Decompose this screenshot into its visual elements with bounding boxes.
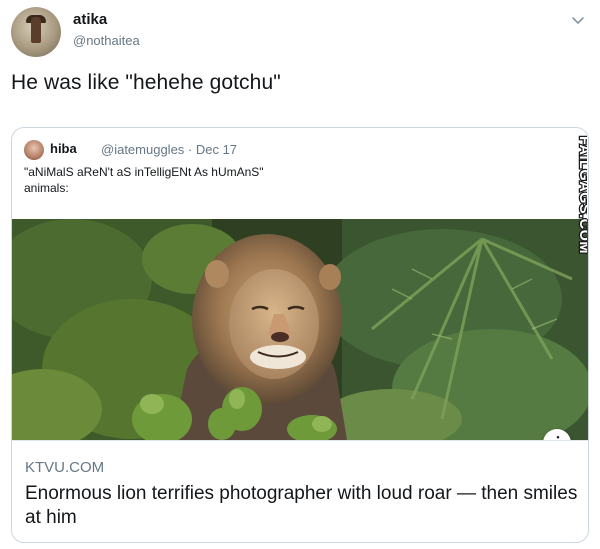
author-avatar[interactable] — [11, 7, 61, 57]
card-headline[interactable]: Enormous lion terrifies photographer wit… — [25, 482, 585, 530]
avatar-figure — [31, 17, 41, 43]
lion-photo[interactable] — [12, 219, 588, 440]
quoted-text-line: animals: — [24, 181, 69, 195]
chevron-down-icon[interactable] — [570, 12, 586, 28]
author-handle[interactable]: @nothaitea — [73, 33, 140, 48]
author-name[interactable]: atika — [73, 11, 107, 28]
svg-text:FAILGAGS.COM: FAILGAGS.COM — [576, 136, 587, 254]
tweet-text: He was like "hehehe gotchu" — [11, 71, 281, 94]
quoted-author-name[interactable]: hiba — [50, 141, 77, 156]
card-domain: KTVU.COM — [25, 459, 105, 476]
link-card-footer[interactable]: KTVU.COM Enormous lion terrifies photogr… — [12, 440, 588, 542]
quoted-author-handle[interactable]: @iatemuggles · Dec 17 — [101, 142, 237, 157]
quoted-author-avatar[interactable] — [24, 140, 44, 160]
quoted-tweet[interactable]: hiba @iatemuggles · Dec 17 "aNiMalS aReN… — [11, 127, 589, 543]
watermark-text: FAILGAGS.COM — [575, 135, 588, 255]
watermark: FAILGAGS.COM — [561, 128, 588, 349]
quoted-text-line: "aNiMalS aReN't aS inTelligENt As hUmAnS… — [24, 165, 264, 179]
